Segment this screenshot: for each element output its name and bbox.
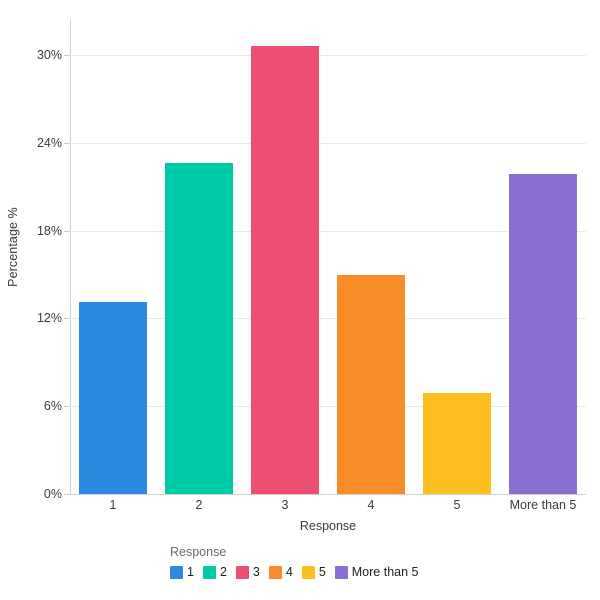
legend-label: 2	[219, 565, 227, 579]
legend-item[interactable]: 3	[235, 565, 260, 579]
x-axis-tick-label: 1	[109, 498, 117, 512]
legend-swatch-icon	[301, 565, 315, 579]
legend-items: 1 2 3 4 5 More than 5	[170, 565, 590, 579]
legend-swatch-icon	[235, 565, 249, 579]
legend-item[interactable]: 2	[202, 565, 227, 579]
bar[interactable]	[422, 393, 492, 494]
y-axis-tick-label: 6%	[43, 399, 62, 414]
legend-label: 1	[187, 565, 194, 579]
legend: Response 1 2 3 4 5 More than 5	[170, 545, 590, 579]
y-axis-tick-label: 18%	[36, 223, 62, 238]
bar[interactable]	[508, 173, 578, 494]
y-axis-tick-label: 30%	[36, 48, 62, 63]
x-axis-tick-label: More than 5	[509, 498, 577, 512]
x-axis-line	[70, 494, 586, 495]
legend-title: Response	[170, 545, 227, 559]
bar[interactable]	[336, 274, 406, 494]
x-axis-tick-labels: 1 2 3 4 5 More than 5	[70, 498, 586, 520]
bar-band	[414, 20, 500, 494]
legend-swatch-icon	[170, 565, 183, 579]
legend-swatch-icon	[268, 565, 282, 579]
legend-item[interactable]: More than 5	[334, 565, 419, 579]
bar-band	[328, 20, 414, 494]
y-axis-tick-label: 12%	[36, 311, 62, 326]
bar[interactable]	[78, 302, 148, 494]
x-axis-tick-label: 5	[453, 498, 461, 512]
bar[interactable]	[164, 163, 234, 494]
legend-label: 4	[285, 565, 293, 579]
bar-band	[156, 20, 242, 494]
x-axis-tick-label: 4	[367, 498, 375, 512]
legend-label: 5	[318, 565, 326, 579]
y-axis-tick-label: 24%	[36, 135, 62, 150]
legend-item[interactable]: 4	[268, 565, 293, 579]
bar-band	[500, 20, 586, 494]
bar-band	[242, 20, 328, 494]
bar-band	[70, 20, 156, 494]
x-axis-tick-label: 2	[195, 498, 203, 512]
bars-layer	[70, 20, 586, 494]
x-axis-title: Response	[299, 519, 357, 533]
x-axis-tick-label: 3	[281, 498, 289, 512]
legend-item[interactable]: 1	[170, 565, 194, 579]
legend-label: More than 5	[351, 565, 419, 579]
y-axis-tick-label: 0%	[43, 487, 62, 501]
y-axis-tick	[64, 494, 70, 495]
bar[interactable]	[250, 46, 320, 494]
legend-label: 3	[252, 565, 260, 579]
legend-item[interactable]: 5	[301, 565, 326, 579]
y-axis-tick-labels: 0% 6% 12% 18% 24% 30%	[14, 20, 62, 501]
plot-area	[64, 20, 586, 495]
legend-swatch-icon	[334, 565, 348, 579]
bar-chart: Percentage % 0% 6% 12% 18% 24% 30% 1 2 3 4 5 More …	[0, 0, 600, 600]
legend-swatch-icon	[202, 565, 216, 579]
